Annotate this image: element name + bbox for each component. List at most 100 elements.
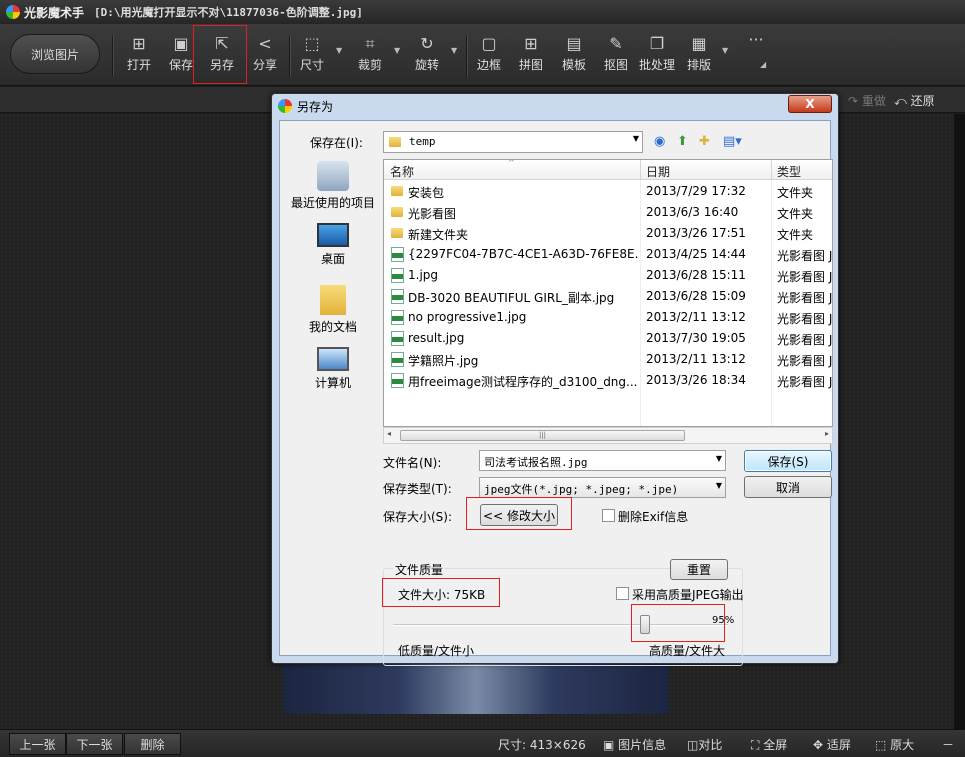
filename-input[interactable]: 司法考试报名照.jpg ▼ [479, 450, 726, 471]
toolbar-separator [466, 36, 467, 76]
file-row[interactable]: no progressive1.jpg 2013/2/11 13:12 光影看图 J [384, 307, 832, 328]
desktop-icon [317, 223, 349, 247]
file-row[interactable]: {2297FC04-7B7C-4CE1-A63D-76FE8E... 2013/4… [384, 244, 832, 265]
file-date: 2013/2/11 13:12 [646, 352, 746, 366]
compare-button[interactable]: ◫对比 [687, 736, 722, 753]
fullscreen-button[interactable]: ⛶ 全屏 [751, 736, 787, 753]
place-computer[interactable]: 计算机 [288, 347, 378, 391]
restore-icon: ⤺ [894, 94, 907, 108]
image-info-button[interactable]: ▣ 图片信息 [603, 736, 666, 753]
delete-image-button[interactable]: 删除 [124, 733, 181, 755]
filesize-highlight-box [382, 578, 500, 607]
dialog-titlebar[interactable]: 另存为 [272, 94, 838, 118]
dialog-close-button[interactable]: X [788, 95, 832, 113]
file-name: 用freeimage测试程序存的_d3100_dng.... [408, 375, 638, 389]
chevron-down-icon[interactable]: ▼ [716, 481, 722, 490]
scroll-left-icon[interactable]: ◂ [387, 429, 391, 438]
scroll-right-icon[interactable]: ▸ [825, 429, 829, 438]
place-documents[interactable]: 我的文档 [288, 285, 378, 335]
file-list-header: 名称 ^ 日期 类型 [384, 160, 832, 180]
place-computer-label: 计算机 [314, 376, 351, 390]
crop-dropdown-icon[interactable]: ▼ [394, 46, 400, 55]
more-button[interactable]: ··· [740, 30, 772, 74]
savesize-label: 保存大小(S): [383, 510, 453, 524]
view-menu-icon[interactable]: ▤▾ [723, 134, 742, 149]
save-in-dropdown[interactable]: temp ▼ [383, 131, 643, 153]
jpeg-file-icon [391, 268, 404, 283]
filename-value: 司法考试报名照.jpg [484, 456, 588, 469]
restore-button[interactable]: ⤺ 还原 [894, 92, 935, 109]
layout-button[interactable]: ▦ 排版 [683, 34, 715, 78]
share-button[interactable]: < 分享 [249, 34, 281, 78]
column-type[interactable]: 类型 [777, 163, 801, 180]
prev-image-button[interactable]: 上一张 [9, 733, 66, 755]
size-dropdown-icon[interactable]: ▼ [336, 46, 342, 55]
canvas-scrollbar[interactable] [954, 114, 965, 729]
resize-icon: ⬚ [304, 34, 320, 53]
file-list-hscrollbar[interactable]: ◂ ||| ▸ [383, 427, 833, 444]
new-folder-icon[interactable]: ✚ [699, 134, 710, 149]
template-button[interactable]: ▤ 模板 [558, 34, 590, 78]
file-date: 2013/2/11 13:12 [646, 310, 746, 324]
file-row[interactable]: DB-3020 BEAUTIFUL GIRL_副本.jpg 2013/6/28 1… [384, 286, 832, 307]
file-row[interactable]: 学籍照片.jpg 2013/2/11 13:12 光影看图 J [384, 349, 832, 370]
rotate-dropdown-icon[interactable]: ▼ [451, 46, 457, 55]
file-row[interactable]: 新建文件夹 2013/3/26 17:51 文件夹 [384, 223, 832, 244]
redo-button[interactable]: ↷ 重做 [848, 92, 886, 109]
toolbar-separator [112, 36, 113, 76]
expand-corner-icon[interactable]: ◢ [760, 60, 766, 69]
file-row[interactable]: 安装包 2013/7/29 17:32 文件夹 [384, 181, 832, 202]
collage-button[interactable]: ⊞ 拼图 [515, 34, 547, 78]
file-name: no progressive1.jpg [408, 310, 527, 324]
chevron-down-icon[interactable]: ▼ [716, 454, 722, 463]
file-row[interactable]: 1.jpg 2013/6/28 15:11 光影看图 J [384, 265, 832, 286]
column-date[interactable]: 日期 [646, 163, 670, 180]
delete-exif-checkbox[interactable] [602, 509, 615, 522]
back-arrow-icon[interactable]: ◉ [654, 134, 665, 149]
file-type: 文件夹 [777, 207, 814, 221]
column-divider[interactable] [640, 160, 641, 180]
minimize-button[interactable]: － [942, 736, 954, 753]
file-row[interactable]: result.jpg 2013/7/30 19:05 光影看图 J [384, 328, 832, 349]
border-button[interactable]: ▢ 边框 [473, 34, 505, 78]
fit-screen-icon: ✥ [813, 738, 824, 752]
browse-images-button[interactable]: 浏览图片 [10, 34, 100, 74]
reset-button[interactable]: 重置 [670, 559, 728, 580]
places-bar: 最近使用的项目 桌面 我的文档 计算机 [288, 159, 378, 504]
file-type: 光影看图 J [777, 354, 833, 368]
jpeg-file-icon [391, 373, 404, 388]
info-icon: ▣ [603, 738, 615, 752]
place-recent[interactable]: 最近使用的项目 [288, 161, 378, 211]
dialog-save-button[interactable]: 保存(S) [744, 450, 832, 472]
hq-jpeg-checkbox[interactable] [616, 587, 629, 600]
file-row[interactable]: 光影看图 2013/6/3 16:40 文件夹 [384, 202, 832, 223]
fit-screen-button[interactable]: ✥ 适屏 [813, 736, 851, 753]
file-name: result.jpg [408, 331, 465, 345]
rotate-button[interactable]: ↻ 旋转 [411, 34, 443, 78]
chevron-down-icon: ▼ [632, 134, 639, 143]
open-button[interactable]: ⊞ 打开 [123, 34, 155, 78]
cutout-pen-icon: ✎ [609, 34, 623, 53]
layout-dropdown-icon[interactable]: ▼ [722, 46, 728, 55]
filetype-dropdown[interactable]: jpeg文件(*.jpg; *.jpeg; *.jpe) ▼ [479, 477, 726, 498]
size-button[interactable]: ⬚ 尺寸 [296, 34, 328, 78]
quality-group-title: 文件质量 [393, 561, 446, 578]
place-desktop[interactable]: 桌面 [288, 223, 378, 267]
filetype-label: 保存类型(T): [383, 482, 452, 496]
next-image-button[interactable]: 下一张 [66, 733, 123, 755]
up-folder-icon[interactable]: ⬆ [677, 134, 688, 149]
original-size-button[interactable]: ⬚ 原大 [875, 736, 914, 753]
dialog-title: 另存为 [297, 99, 334, 114]
file-row[interactable]: 用freeimage测试程序存的_d3100_dng.... 2013/3/26 … [384, 370, 832, 391]
hscroll-thumb[interactable]: ||| [400, 430, 685, 441]
place-recent-label: 最近使用的项目 [290, 196, 375, 210]
batch-button[interactable]: ❐ 批处理 [637, 34, 677, 78]
open-image-icon: ⊞ [132, 34, 146, 53]
column-divider[interactable] [771, 160, 772, 180]
column-name[interactable]: 名称 [390, 163, 414, 180]
folder-icon [391, 228, 403, 238]
dialog-cancel-button[interactable]: 取消 [744, 476, 832, 498]
filetype-value: jpeg文件(*.jpg; *.jpeg; *.jpe) [484, 483, 679, 496]
cutout-button[interactable]: ✎ 抠图 [600, 34, 632, 78]
crop-button[interactable]: ⌗ 裁剪 [354, 34, 386, 78]
